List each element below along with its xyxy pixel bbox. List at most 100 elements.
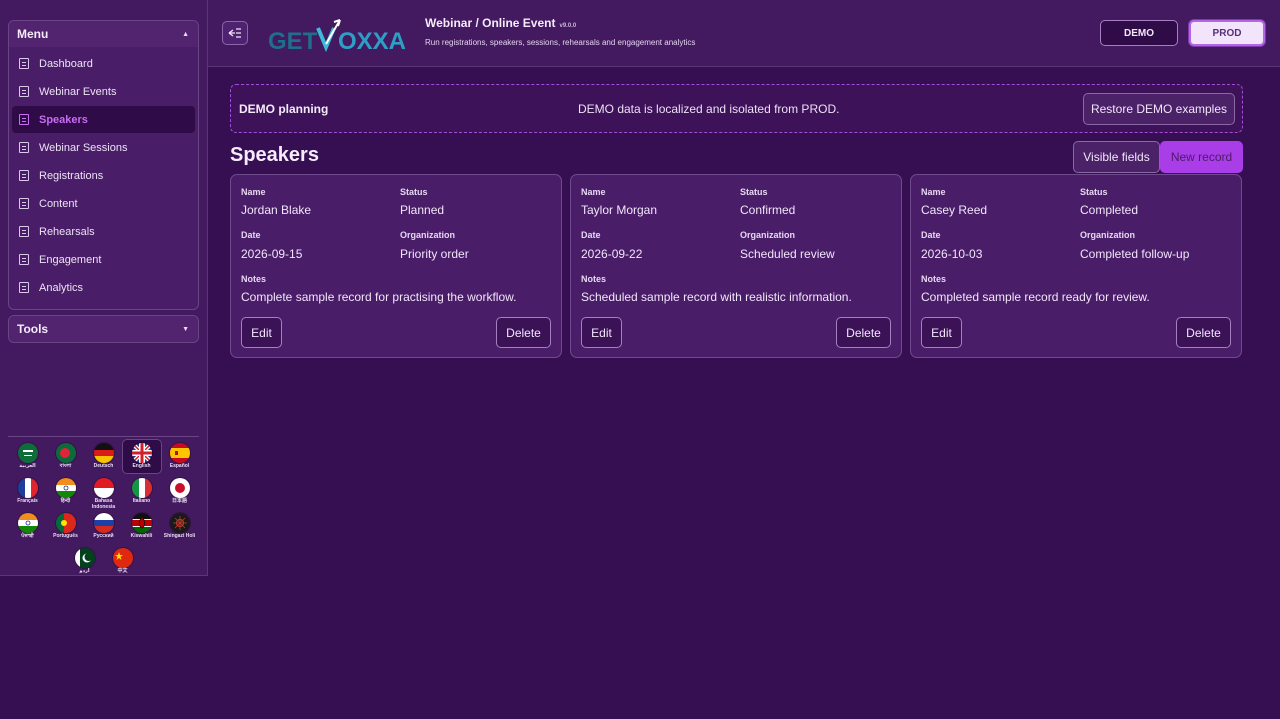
language-name: Deutsch: [93, 463, 114, 469]
name-value: Jordan Blake: [241, 203, 312, 217]
language-name: 中文: [117, 568, 128, 574]
collapse-sidebar-icon: [228, 28, 241, 38]
menu-list: Dashboard Webinar Events Speakers Webina…: [9, 47, 198, 301]
language-russian[interactable]: Русский: [85, 510, 123, 543]
pakistan-flag-icon: [74, 548, 95, 568]
demo-env-button[interactable]: DEMO: [1100, 20, 1178, 46]
sidebar: Menu ▲ Dashboard Webinar Events Speakers…: [0, 0, 208, 576]
app-subtitle: Run registrations, speakers, sessions, r…: [425, 38, 696, 47]
sidebar-item-dashboard[interactable]: Dashboard: [12, 50, 195, 77]
language-name: Bahasa Indonesia: [91, 498, 116, 510]
sidebar-item-label: Analytics: [39, 281, 84, 294]
sidebar-item-label: Webinar Events: [39, 85, 117, 98]
edit-button[interactable]: Edit: [581, 317, 622, 348]
kenya-flag-icon: [131, 513, 152, 533]
language-name: Kiswahili: [130, 533, 153, 539]
divider: [8, 436, 199, 437]
name-label: Name: [581, 187, 606, 197]
record-card: Name Casey Reed Status Completed Date 20…: [910, 174, 1242, 358]
sidebar-item-speakers[interactable]: Speakers: [12, 106, 195, 133]
organization-value: Priority order: [400, 247, 469, 261]
language-bangla[interactable]: বাংলা: [47, 440, 85, 473]
japan-flag-icon: [169, 478, 190, 498]
language-name: 日本語: [171, 498, 187, 504]
edit-button[interactable]: Edit: [241, 317, 282, 348]
delete-button[interactable]: Delete: [1176, 317, 1231, 348]
china-flag-icon: [112, 548, 133, 568]
germany-flag-icon: [93, 443, 114, 463]
document-icon: [19, 58, 29, 69]
sidebar-item-rehearsals[interactable]: Rehearsals: [12, 218, 195, 245]
sidebar-item-label: Speakers: [39, 113, 88, 126]
sidebar-item-analytics[interactable]: Analytics: [12, 274, 195, 301]
language-italian[interactable]: Italiano: [123, 475, 161, 508]
language-shingazi-holi[interactable]: Shingazi Holi: [161, 510, 199, 543]
sidebar-item-label: Webinar Sessions: [39, 141, 128, 154]
name-value: Taylor Morgan: [581, 203, 658, 217]
organization-label: Organization: [740, 230, 796, 240]
language-english[interactable]: English: [121, 439, 162, 474]
chevron-up-icon[interactable]: ▲: [182, 31, 189, 38]
language-urdu[interactable]: اردو: [66, 545, 104, 578]
sidebar-item-registrations[interactable]: Registrations: [12, 162, 195, 189]
status-label: Status: [740, 187, 768, 197]
name-label: Name: [241, 187, 266, 197]
organization-label: Organization: [1080, 230, 1136, 240]
status-label: Status: [1080, 187, 1108, 197]
organization-value: Completed follow-up: [1080, 247, 1190, 261]
saudi-arabia-flag-icon: [17, 443, 38, 463]
sidebar-item-content[interactable]: Content: [12, 190, 195, 217]
top-header: GET OXXA Webinar / Online Event v9.0.0 Ru…: [208, 0, 1280, 67]
sidebar-item-label: Dashboard: [39, 57, 93, 70]
sidebar-item-label: Rehearsals: [39, 225, 95, 238]
record-card: Name Taylor Morgan Status Confirmed Date…: [570, 174, 902, 358]
language-german[interactable]: Deutsch: [85, 440, 123, 473]
prod-env-button[interactable]: PROD: [1189, 20, 1265, 46]
name-label: Name: [921, 187, 946, 197]
name-value: Casey Reed: [921, 203, 988, 217]
document-icon: [19, 170, 29, 181]
language-swahili[interactable]: Kiswahili: [123, 510, 161, 543]
restore-demo-button[interactable]: Restore DEMO examples: [1083, 93, 1235, 125]
edit-button[interactable]: Edit: [921, 317, 962, 348]
language-chinese[interactable]: 中文: [104, 545, 142, 578]
sidebar-item-engagement[interactable]: Engagement: [12, 246, 195, 273]
language-hindi[interactable]: हिन्दी: [47, 475, 85, 508]
language-japanese[interactable]: 日本語: [161, 475, 199, 508]
language-name: Русский: [93, 533, 114, 539]
united-kingdom-flag-icon: [131, 443, 152, 463]
date-label: Date: [581, 230, 601, 240]
visible-fields-button[interactable]: Visible fields: [1073, 141, 1160, 173]
language-indonesian[interactable]: Bahasa Indonesia: [85, 475, 123, 510]
language-arabic[interactable]: العربية: [9, 440, 47, 473]
language-french[interactable]: Français: [9, 475, 47, 508]
status-label: Status: [400, 187, 428, 197]
language-name: Shingazi Holi: [163, 533, 196, 539]
record-card: Name Jordan Blake Status Planned Date 20…: [230, 174, 562, 358]
chevron-down-icon[interactable]: ▼: [182, 326, 189, 333]
sidebar-item-label: Engagement: [39, 253, 102, 266]
demo-banner: DEMO planning DEMO data is localized and…: [230, 84, 1243, 133]
delete-button[interactable]: Delete: [836, 317, 891, 348]
notes-label: Notes: [241, 274, 267, 284]
sidebar-toggle-button[interactable]: [222, 21, 248, 45]
new-record-button[interactable]: New record: [1160, 141, 1243, 173]
language-name: Español: [169, 463, 190, 469]
language-portuguese[interactable]: Português: [47, 510, 85, 543]
indonesia-flag-icon: [93, 478, 114, 498]
language-name: ਪੰਜਾਬੀ: [21, 533, 34, 539]
logo-text-right: OXXA: [338, 28, 406, 54]
sidebar-item-webinar-events[interactable]: Webinar Events: [12, 78, 195, 105]
france-flag-icon: [17, 478, 38, 498]
document-icon: [19, 254, 29, 265]
tools-header[interactable]: Tools ▼: [9, 316, 198, 342]
language-punjabi[interactable]: ਪੰਜਾਬੀ: [9, 510, 47, 543]
menu-panel: Menu ▲ Dashboard Webinar Events Speakers…: [8, 20, 199, 310]
status-value: Confirmed: [740, 203, 796, 217]
language-name: العربية: [19, 463, 36, 469]
language-spanish[interactable]: Español: [161, 440, 199, 473]
sidebar-item-webinar-sessions[interactable]: Webinar Sessions: [12, 134, 195, 161]
language-name: हिन्दी: [60, 498, 71, 504]
delete-button[interactable]: Delete: [496, 317, 551, 348]
menu-header[interactable]: Menu ▲: [9, 21, 198, 47]
